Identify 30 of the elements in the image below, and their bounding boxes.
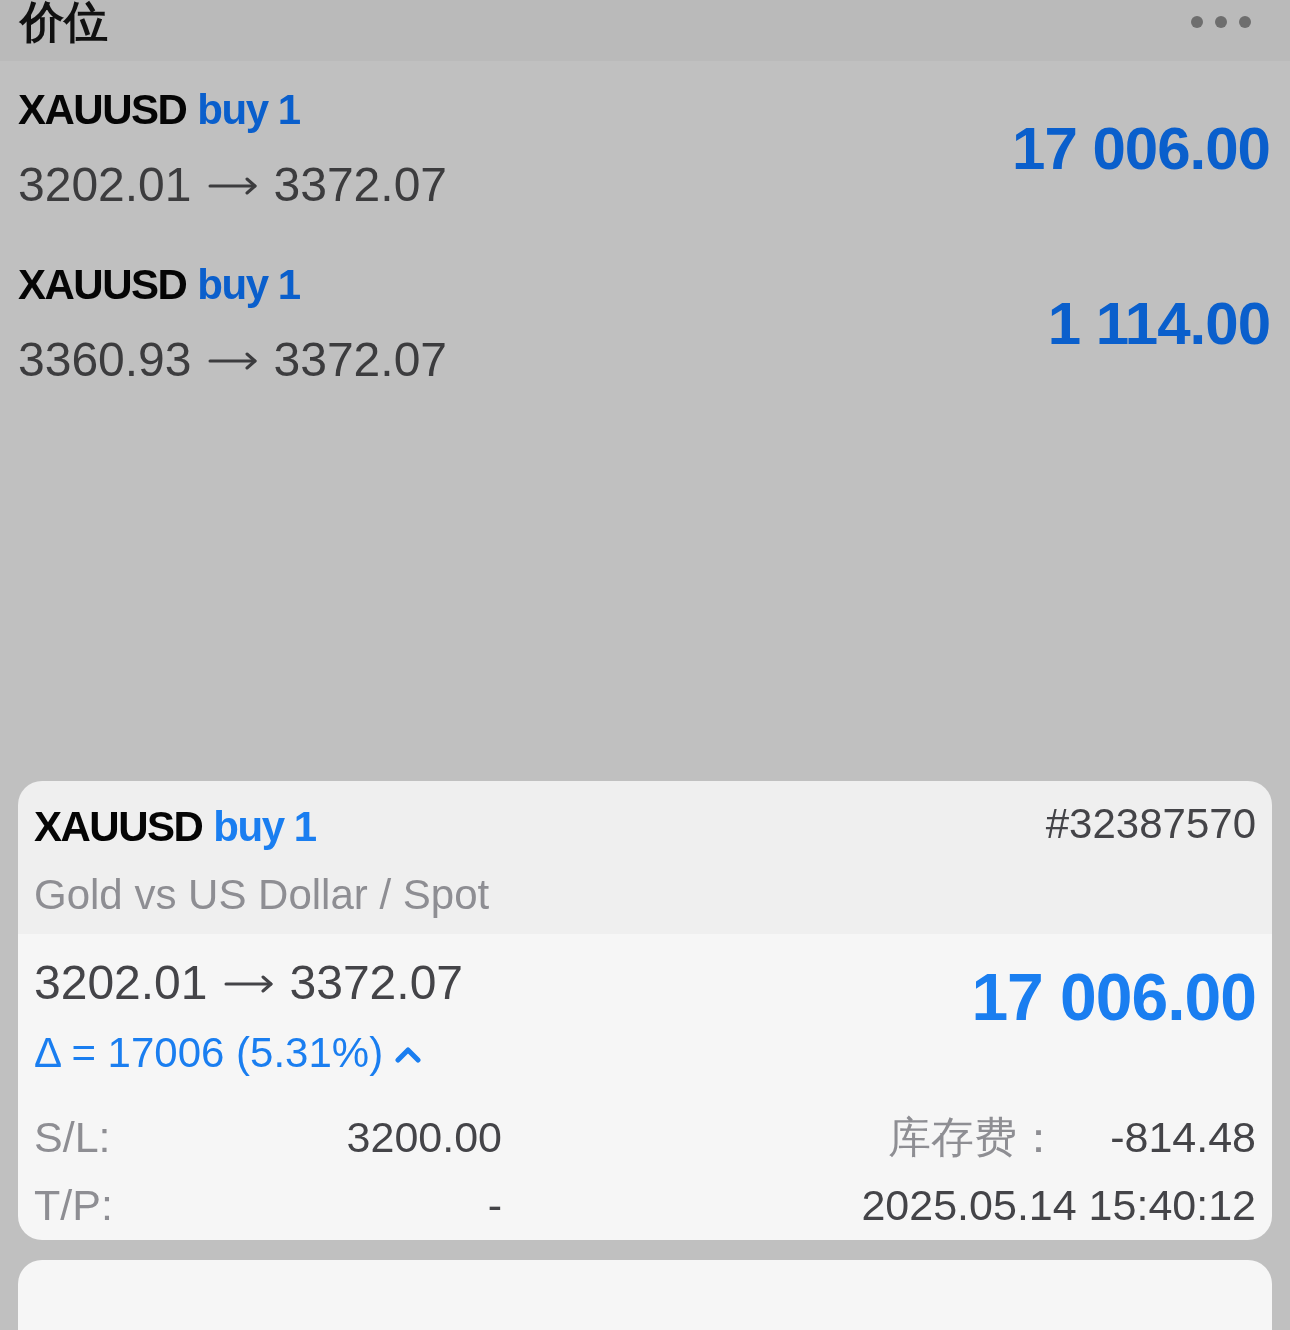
arrow-icon [223,975,274,993]
open-price-text: 3202.01 [34,955,208,1011]
symbol-text: XAUUSD [34,802,203,852]
profit-text: 17 006.00 [971,959,1256,1035]
open-price-text: 3360.93 [18,332,192,388]
trade-type-text: buy 1 [197,260,300,310]
field-label: S/L: [34,1112,111,1163]
open-time-text: 2025.05.14 15:40:12 [861,1180,1256,1231]
profit-text: 17 006.00 [1012,114,1270,184]
field-label: 库存费： [888,1112,1061,1163]
current-price-text: 3372.07 [273,157,448,213]
more-icon[interactable] [1191,16,1251,28]
field-value: 3200.00 [346,1112,502,1163]
change-text: Δ = 17006 (5.31%) [34,1028,384,1078]
arrow-icon [207,352,258,370]
field-value: -814.48 [1110,1112,1256,1163]
ticket-number: #32387570 [1045,799,1256,849]
current-price-text: 3372.07 [273,332,448,388]
profit-text: 1 114.00 [1047,289,1270,359]
screen-title: 价位 [20,0,108,44]
current-price-text: 3372.07 [289,955,464,1011]
trade-type-text: buy 1 [213,802,316,852]
trade-type-text: buy 1 [197,85,300,135]
symbol-text: XAUUSD [18,260,187,310]
field-label: T/P: [34,1180,113,1231]
symbol-text: XAUUSD [18,85,187,135]
instrument-description: Gold vs US Dollar / Spot [34,870,491,920]
arrow-icon [207,177,258,195]
open-price-text: 3202.01 [18,157,192,213]
field-value: - [487,1180,502,1231]
